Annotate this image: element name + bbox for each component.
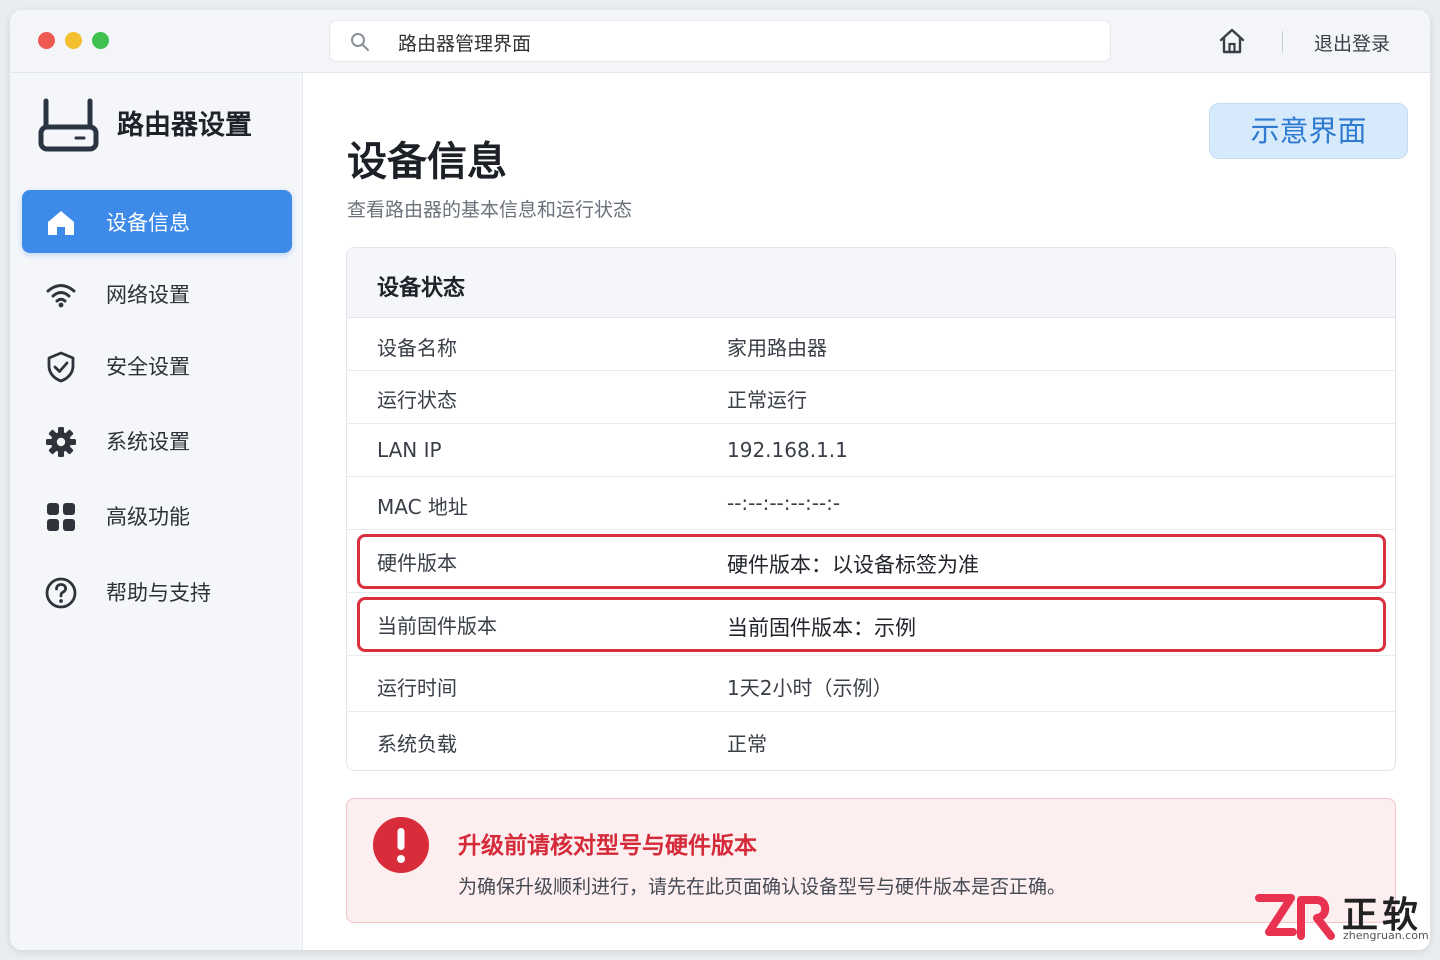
main-content: 设备信息 查看路由器的基本信息和运行状态 示意界面 设备状态 设备名称 家用路由…: [304, 73, 1430, 950]
row-value: 正常运行: [727, 388, 807, 412]
card-title: 设备状态: [377, 276, 466, 301]
minimize-window-button[interactable]: [65, 32, 82, 49]
row-value: --:--:--:--:--:-: [727, 491, 841, 515]
grid-icon: [44, 500, 78, 534]
router-logo-icon: [38, 97, 100, 157]
device-status-card: 设备状态 设备名称 家用路由器 运行状态 正常运行 LAN IP 192.168…: [346, 247, 1396, 771]
table-row-hardware-version: 硬件版本 硬件版本：以设备标签为准: [347, 530, 1395, 593]
wifi-icon: [44, 278, 78, 312]
title-bar: 退出登录: [10, 10, 1430, 73]
row-value: 当前固件版本：示例: [727, 616, 916, 640]
brand-title: 路由器设置: [117, 110, 252, 141]
row-value: 192.168.1.1: [727, 438, 848, 462]
alert-icon: [372, 816, 430, 878]
table-row-firmware-version: 当前固件版本 当前固件版本：示例: [347, 593, 1395, 656]
sidebar-item-device-info[interactable]: 设备信息: [22, 190, 292, 253]
search-input[interactable]: [398, 27, 1088, 57]
row-key: 硬件版本: [377, 551, 457, 575]
watermark-url: zhengruan.com: [1343, 929, 1429, 942]
row-value: 家用路由器: [727, 336, 827, 360]
demo-interface-button[interactable]: 示意界面: [1209, 103, 1408, 159]
row-key: 运行时间: [377, 676, 457, 700]
sidebar-item-system[interactable]: 系统设置: [22, 409, 292, 472]
table-row-run-status: 运行状态 正常运行: [347, 371, 1395, 424]
search-icon: [350, 32, 370, 56]
help-icon: [44, 576, 78, 610]
sidebar: 路由器设置 设备信息 网络设置 安全设置 系统设置 高级功能 帮助与支持: [10, 73, 303, 950]
table-row-device-name: 设备名称 家用路由器: [347, 318, 1395, 371]
maximize-window-button[interactable]: [92, 32, 109, 49]
sidebar-item-label: 设备信息: [106, 211, 190, 235]
alert-title: 升级前请核对型号与硬件版本: [458, 833, 757, 859]
header-divider: [1282, 31, 1283, 53]
row-value: 硬件版本：以设备标签为准: [727, 553, 979, 577]
row-key: LAN IP: [377, 438, 442, 462]
sidebar-item-label: 高级功能: [106, 505, 190, 529]
page-title: 设备信息: [347, 139, 507, 185]
sidebar-item-label: 系统设置: [106, 430, 190, 454]
sidebar-item-advanced[interactable]: 高级功能: [22, 484, 292, 547]
card-header: 设备状态: [347, 248, 1395, 318]
table-row-lan-ip: LAN IP 192.168.1.1: [347, 424, 1395, 477]
row-key: 运行状态: [377, 388, 457, 412]
shield-icon: [44, 350, 78, 384]
row-key: 当前固件版本: [377, 614, 497, 638]
sidebar-item-network[interactable]: 网络设置: [22, 262, 292, 325]
table-row-system-load: 系统负载 正常: [347, 712, 1395, 770]
logout-link[interactable]: 退出登录: [1314, 29, 1390, 56]
search-bar[interactable]: [329, 20, 1111, 62]
row-value: 1天2小时（示例）: [727, 676, 893, 700]
table-row-uptime: 运行时间 1天2小时（示例）: [347, 656, 1395, 712]
watermark: 正软 zhengruan.com: [1255, 888, 1430, 948]
page-subtitle: 查看路由器的基本信息和运行状态: [347, 199, 633, 221]
close-window-button[interactable]: [38, 32, 55, 49]
row-key: 设备名称: [377, 336, 457, 360]
sidebar-item-label: 帮助与支持: [106, 581, 211, 605]
upgrade-warning-alert: 升级前请核对型号与硬件版本 为确保升级顺利进行，请先在此页面确认设备型号与硬件版…: [346, 798, 1396, 923]
table-row-mac: MAC 地址 --:--:--:--:--:-: [347, 477, 1395, 530]
sidebar-item-security[interactable]: 安全设置: [22, 334, 292, 397]
row-key: MAC 地址: [377, 495, 468, 519]
row-key: 系统负载: [377, 732, 457, 756]
sidebar-item-label: 安全设置: [106, 355, 190, 379]
app-window: 退出登录 路由器设置 设备信息 网络设置: [10, 10, 1430, 950]
row-value: 正常: [727, 732, 767, 756]
alert-text: 为确保升级顺利进行，请先在此页面确认设备型号与硬件版本是否正确。: [458, 876, 1067, 898]
sidebar-item-label: 网络设置: [106, 283, 190, 307]
home-icon[interactable]: [1217, 26, 1247, 60]
sidebar-item-help[interactable]: 帮助与支持: [22, 560, 292, 623]
home-icon: [44, 206, 78, 240]
gear-icon: [44, 425, 78, 459]
